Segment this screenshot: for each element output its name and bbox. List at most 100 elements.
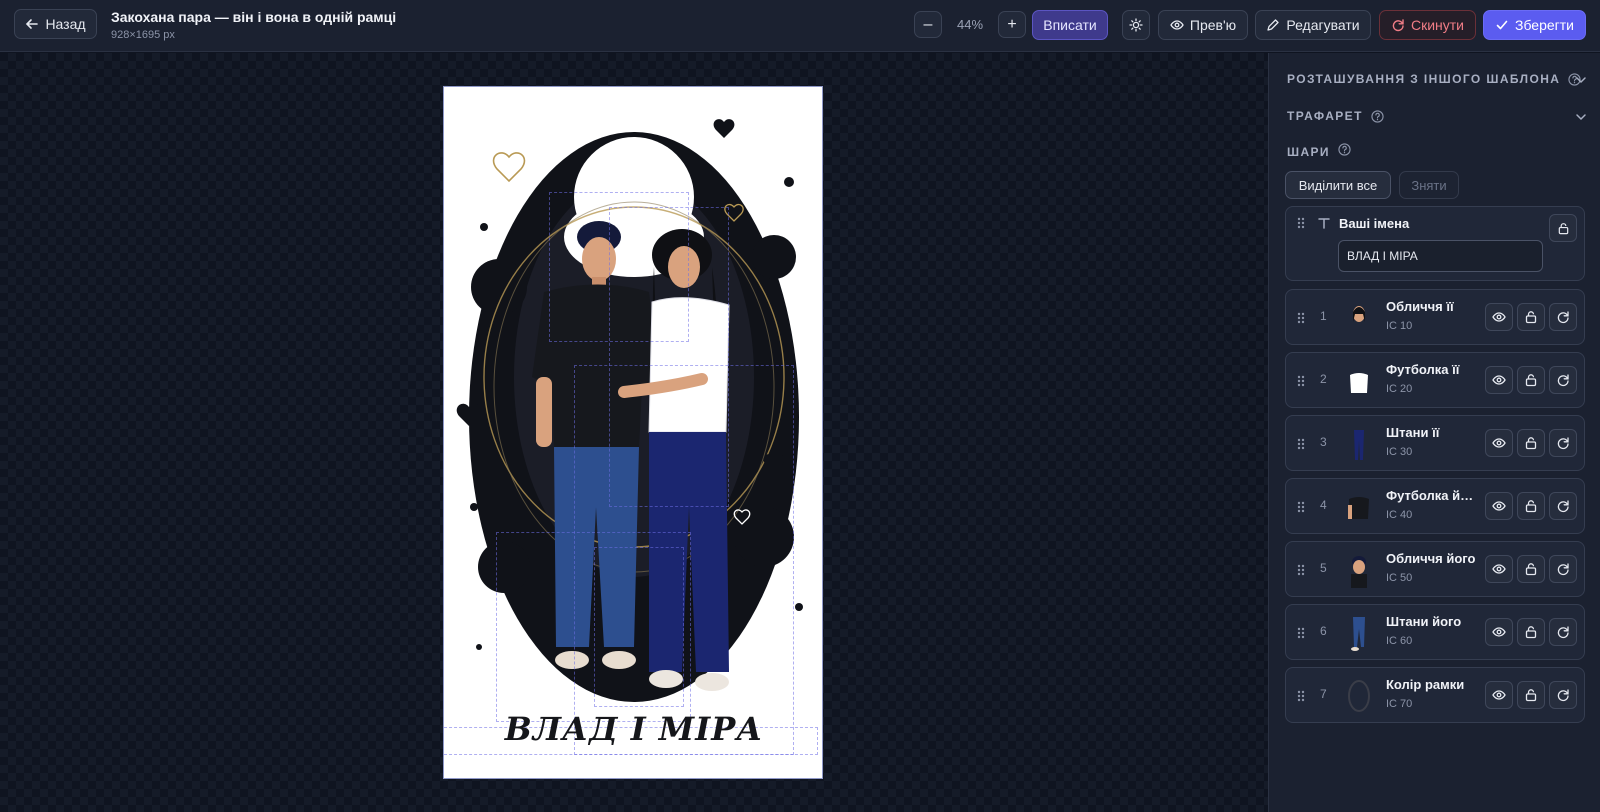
layer-item[interactable]: 3 Штани її IC 30: [1285, 415, 1585, 471]
eye-icon: [1492, 438, 1506, 448]
refresh-icon: [1557, 689, 1569, 702]
back-label: Назад: [45, 16, 86, 32]
refresh-icon: [1557, 500, 1569, 513]
layer-item[interactable]: 6 Штани його IC 60: [1285, 604, 1585, 660]
replace-button[interactable]: [1549, 366, 1577, 394]
layer-number: 7: [1320, 687, 1327, 701]
text-layer-card[interactable]: Ваші імена: [1285, 206, 1585, 281]
drag-handle-icon[interactable]: [1296, 626, 1306, 640]
text-layer-label: Ваші імена: [1339, 216, 1410, 231]
visibility-button[interactable]: [1485, 492, 1513, 520]
layer-name: Штани її: [1386, 425, 1440, 440]
lock-button[interactable]: [1517, 303, 1545, 331]
visibility-button[interactable]: [1485, 681, 1513, 709]
layer-code: IC 70: [1386, 698, 1413, 710]
replace-button[interactable]: [1549, 618, 1577, 646]
visibility-button[interactable]: [1485, 618, 1513, 646]
artboard[interactable]: ВЛАД І МІРА: [443, 86, 823, 779]
edit-button[interactable]: Редагувати: [1255, 10, 1371, 40]
drag-handle-icon[interactable]: [1296, 689, 1306, 703]
lock-icon: [1525, 311, 1537, 324]
save-button[interactable]: Зберегти: [1483, 10, 1586, 40]
eye-icon: [1492, 501, 1506, 511]
edit-label: Редагувати: [1286, 17, 1360, 33]
editor-canvas[interactable]: ВЛАД І МІРА: [0, 53, 1268, 812]
lock-button[interactable]: [1517, 681, 1545, 709]
placement-section-title: РОЗТАШУВАННЯ З ІНШОГО ШАБЛОНА: [1287, 72, 1561, 86]
lock-button[interactable]: [1517, 618, 1545, 646]
refresh-icon: [1557, 626, 1569, 639]
theme-toggle-button[interactable]: [1122, 10, 1150, 40]
layer-name: Обличчя її: [1386, 299, 1454, 314]
drag-handle-icon[interactable]: [1296, 311, 1306, 325]
layer-number: 6: [1320, 624, 1327, 638]
preview-label: Прев'ю: [1189, 17, 1237, 33]
fit-button[interactable]: Вписати: [1032, 10, 1108, 40]
replace-button[interactable]: [1549, 492, 1577, 520]
layer-thumbnail: [1348, 680, 1370, 712]
layer-guide: [496, 532, 691, 722]
names-input[interactable]: [1338, 240, 1543, 272]
layer-thumbnail: [1350, 373, 1368, 393]
layer-thumbnail: [1354, 430, 1364, 460]
lock-button[interactable]: [1517, 366, 1545, 394]
zoom-out-button[interactable]: –: [914, 11, 942, 38]
preview-button[interactable]: Прев'ю: [1158, 10, 1248, 40]
deselect-button[interactable]: Зняти: [1399, 171, 1459, 199]
eye-icon: [1170, 20, 1184, 30]
refresh-icon: [1557, 563, 1569, 576]
top-bar: Назад Закохана пара — він і вона в одній…: [0, 0, 1600, 52]
visibility-button[interactable]: [1485, 303, 1513, 331]
replace-button[interactable]: [1549, 429, 1577, 457]
lock-button[interactable]: [1517, 492, 1545, 520]
zoom-level: 44%: [956, 17, 984, 32]
replace-button[interactable]: [1549, 555, 1577, 583]
placement-section-header[interactable]: РОЗТАШУВАННЯ З ІНШОГО ШАБЛОНА: [1287, 72, 1581, 86]
lock-icon: [1525, 500, 1537, 513]
layer-item[interactable]: 5 Обличчя його IC 50: [1285, 541, 1585, 597]
drag-handle-icon[interactable]: [1296, 500, 1306, 514]
visibility-button[interactable]: [1485, 429, 1513, 457]
sun-icon: [1129, 18, 1143, 32]
properties-panel: РОЗТАШУВАННЯ З ІНШОГО ШАБЛОНА ТРАФАРЕТ Ш…: [1268, 53, 1600, 812]
replace-button[interactable]: [1549, 681, 1577, 709]
reset-button[interactable]: Скинути: [1379, 10, 1476, 40]
replace-button[interactable]: [1549, 303, 1577, 331]
layer-item[interactable]: 1 Обличчя її IC 10: [1285, 289, 1585, 345]
help-icon[interactable]: [1371, 109, 1384, 123]
drag-handle-icon[interactable]: [1296, 563, 1306, 577]
layer-item[interactable]: 2 Футболка її IC 20: [1285, 352, 1585, 408]
drag-handle-icon[interactable]: [1296, 374, 1306, 388]
help-icon[interactable]: [1338, 142, 1351, 156]
lock-button[interactable]: [1517, 429, 1545, 457]
layer-code: IC 10: [1386, 320, 1413, 332]
layer-thumbnail: [1351, 617, 1365, 651]
eye-icon: [1492, 627, 1506, 637]
names-text[interactable]: ВЛАД І МІРА: [444, 710, 822, 748]
page-dimensions: 928×1695 px: [111, 29, 175, 41]
pencil-icon: [1267, 19, 1280, 31]
lock-icon: [1525, 437, 1537, 450]
drag-handle-icon[interactable]: [1296, 437, 1306, 451]
layer-number: 5: [1320, 561, 1327, 575]
chevron-down-icon[interactable]: [1574, 110, 1588, 124]
layer-item[interactable]: 7 Колір рамки IC 70: [1285, 667, 1585, 723]
visibility-button[interactable]: [1485, 366, 1513, 394]
layer-name: Штани його: [1386, 614, 1462, 629]
page-title: Закохана пара — він і вона в одній рамці: [111, 9, 397, 25]
eye-icon: [1492, 564, 1506, 574]
zoom-in-button[interactable]: +: [998, 11, 1026, 38]
layer-item[interactable]: 4 Футболка його IC 40: [1285, 478, 1585, 534]
stencil-section-header[interactable]: ТРАФАРЕТ: [1287, 109, 1384, 123]
refresh-icon: [1392, 19, 1404, 32]
chevron-down-icon[interactable]: [1574, 73, 1588, 87]
visibility-button[interactable]: [1485, 555, 1513, 583]
select-all-button[interactable]: Виділити все: [1285, 171, 1391, 199]
refresh-icon: [1557, 311, 1569, 324]
save-label[interactable]: Зберегти: [1515, 17, 1574, 33]
drag-handle-icon[interactable]: [1296, 216, 1306, 230]
lock-button[interactable]: [1517, 555, 1545, 583]
back-button[interactable]: Назад: [14, 9, 97, 39]
lock-button[interactable]: [1549, 214, 1577, 242]
layer-thumbnail: [1353, 306, 1365, 322]
